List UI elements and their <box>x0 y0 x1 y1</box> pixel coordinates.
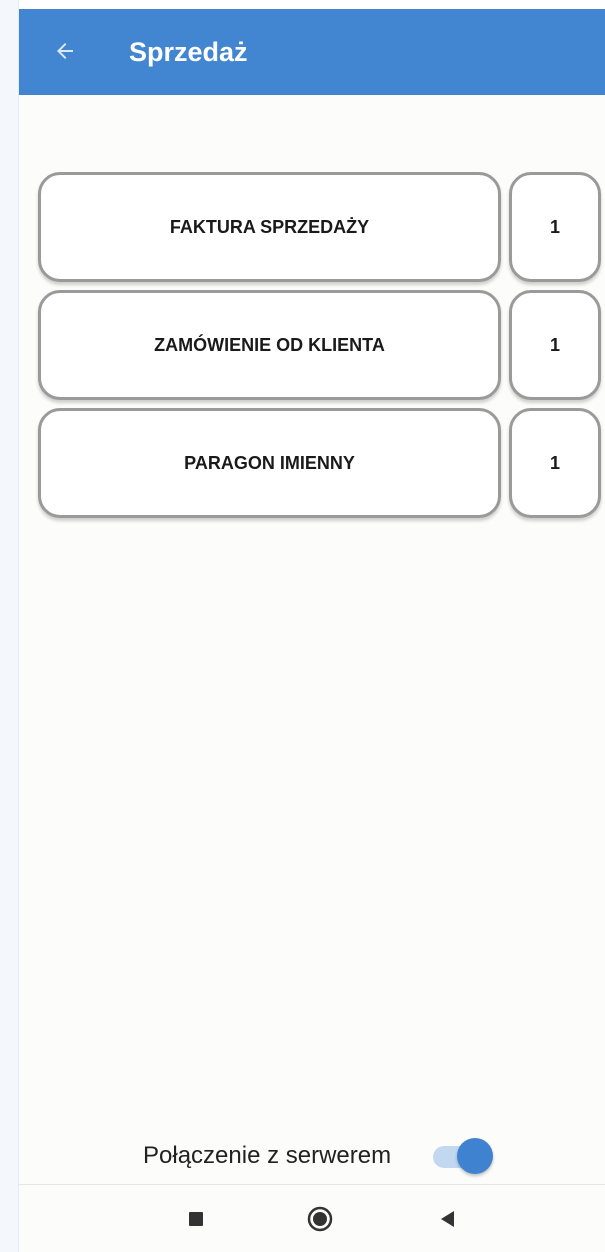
screen: Sprzedaż FAKTURA SPRZEDAŻY 1 ZAMÓWIENIE … <box>0 0 605 1252</box>
system-nav-bar <box>19 1185 605 1252</box>
status-bar <box>0 0 605 9</box>
system-back-button[interactable] <box>427 1199 467 1239</box>
square-recents-icon <box>189 1212 203 1226</box>
server-connection: Połączenie z serwerem <box>19 1136 605 1176</box>
home-button[interactable] <box>300 1199 340 1239</box>
recents-button[interactable] <box>176 1199 216 1239</box>
back-button[interactable] <box>43 29 87 73</box>
sales-invoice-count: 1 <box>509 172 601 282</box>
sales-invoice-button[interactable]: FAKTURA SPRZEDAŻY <box>38 172 501 282</box>
customer-order-button[interactable]: ZAMÓWIENIE OD KLIENTA <box>38 290 501 400</box>
named-receipt-button[interactable]: PARAGON IMIENNY <box>38 408 501 518</box>
server-connection-label: Połączenie z serwerem <box>143 1142 392 1169</box>
page-title: Sprzedaż <box>129 36 248 67</box>
arrow-left-icon <box>57 43 73 59</box>
document-row-receipt: PARAGON IMIENNY 1 <box>38 408 602 518</box>
toggle-thumb <box>457 1138 493 1174</box>
named-receipt-count: 1 <box>509 408 601 518</box>
circle-home-icon <box>307 1206 333 1232</box>
server-connection-toggle[interactable] <box>431 1138 495 1174</box>
customer-order-count: 1 <box>509 290 601 400</box>
triangle-back-icon <box>441 1211 454 1227</box>
left-edge <box>0 0 19 1252</box>
document-row-order: ZAMÓWIENIE OD KLIENTA 1 <box>38 290 602 400</box>
app-bar: Sprzedaż <box>19 9 605 95</box>
document-row-invoice: FAKTURA SPRZEDAŻY 1 <box>38 172 602 282</box>
